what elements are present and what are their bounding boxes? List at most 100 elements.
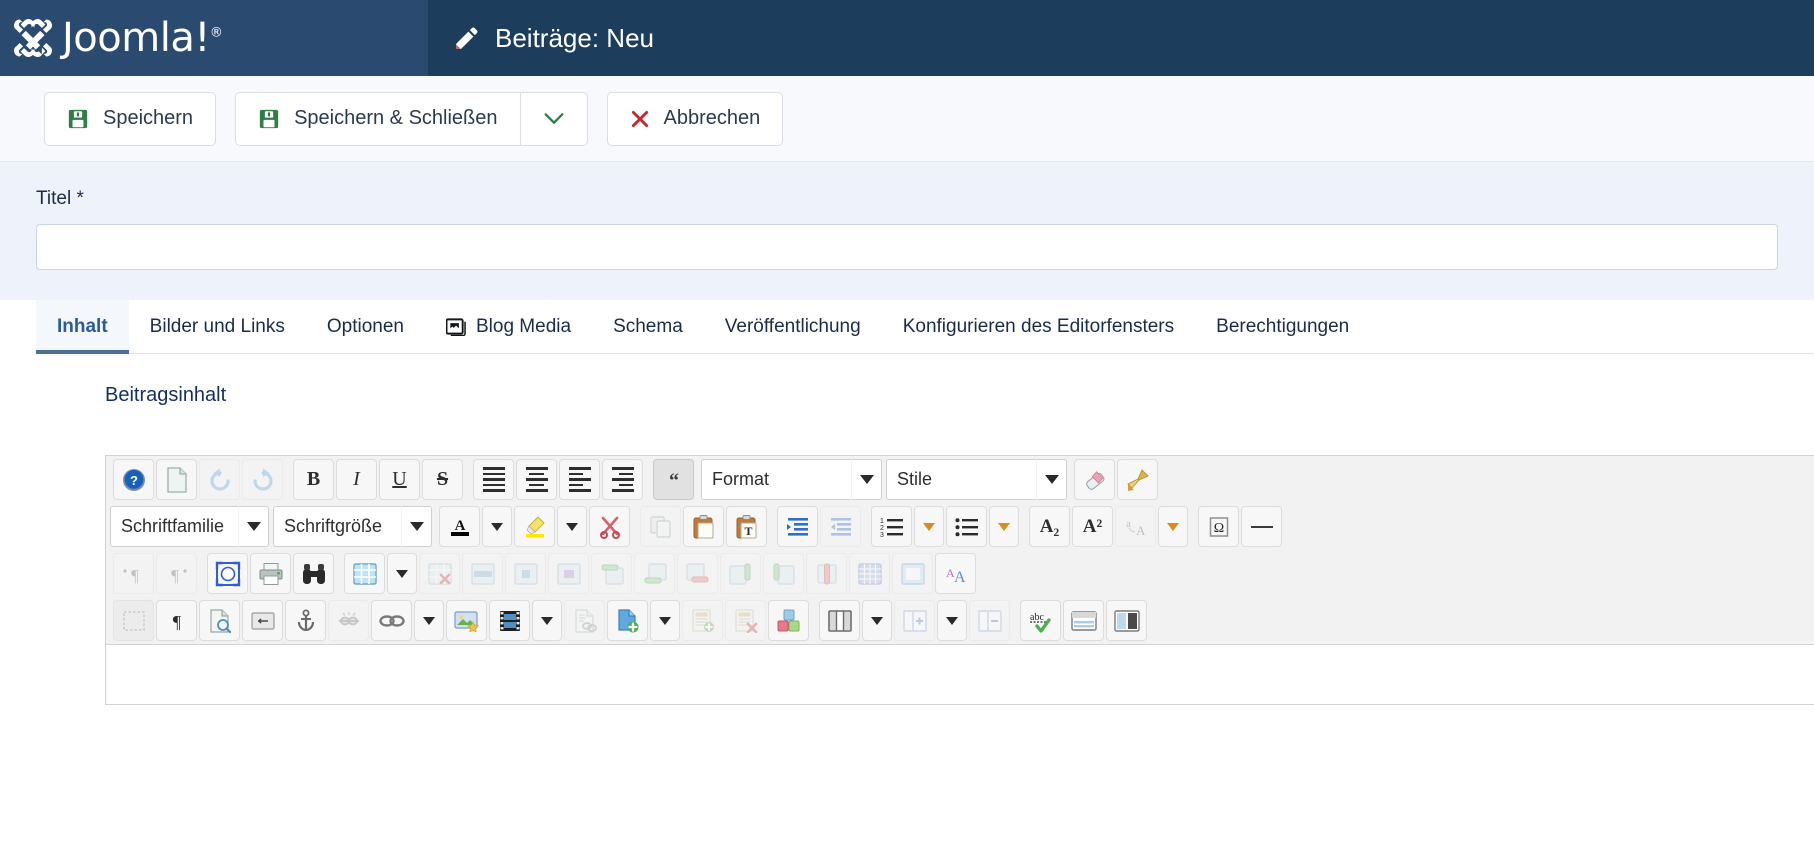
- joomla-logo[interactable]: Joomla!®: [10, 15, 223, 61]
- insert-row-after-icon[interactable]: [634, 553, 675, 594]
- link-icon[interactable]: [371, 600, 412, 641]
- special-character-icon[interactable]: Ω: [1198, 506, 1239, 547]
- blockquote-icon[interactable]: “: [653, 459, 694, 500]
- insert-media-icon[interactable]: [489, 600, 530, 641]
- fontfamily-select-caret[interactable]: [239, 506, 269, 547]
- copy-icon[interactable]: [640, 506, 681, 547]
- tab-veroeffentlichung[interactable]: Veröffentlichung: [704, 300, 882, 353]
- insert-media-caret-icon[interactable]: [532, 600, 562, 641]
- tab-schema[interactable]: Schema: [592, 300, 704, 353]
- highlight-color-caret-icon[interactable]: [557, 506, 587, 547]
- format-select-wrapper[interactable]: Format: [700, 459, 883, 500]
- styles-select[interactable]: Stile: [886, 459, 1036, 500]
- font-size-aa-icon[interactable]: A A: [935, 553, 976, 594]
- tab-inhalt[interactable]: Inhalt: [36, 300, 129, 354]
- superscript-icon[interactable]: A²: [1072, 506, 1113, 547]
- styles-select-wrapper[interactable]: Stile: [885, 459, 1068, 500]
- ltr-paragraph-icon[interactable]: ¶: [113, 553, 154, 594]
- delete-article-icon[interactable]: [725, 600, 766, 641]
- show-invisibles-icon[interactable]: ¶: [156, 600, 197, 641]
- tab-berechtigungen[interactable]: Berechtigungen: [1195, 300, 1370, 353]
- spellcheck-icon[interactable]: abc: [1020, 600, 1061, 641]
- new-document-icon[interactable]: [156, 459, 197, 500]
- format-select-caret[interactable]: [852, 459, 882, 500]
- numbered-list-icon[interactable]: 1 2 3: [871, 506, 912, 547]
- align-center-icon[interactable]: [516, 459, 557, 500]
- insert-column-after-icon[interactable]: [763, 553, 804, 594]
- columns-caret-icon[interactable]: [862, 600, 892, 641]
- show-borders-icon[interactable]: [113, 600, 154, 641]
- document-link-icon[interactable]: [564, 600, 605, 641]
- indent-icon[interactable]: [777, 506, 818, 547]
- align-left-icon[interactable]: [559, 459, 600, 500]
- fontsize-select[interactable]: Schriftgröße: [273, 506, 401, 547]
- anchor-icon[interactable]: [285, 600, 326, 641]
- link-caret-icon[interactable]: [414, 600, 444, 641]
- change-case-caret-icon[interactable]: [1158, 506, 1188, 547]
- table-cell-properties-icon[interactable]: [505, 553, 546, 594]
- remove-column-icon[interactable]: [969, 600, 1010, 641]
- page-preview-icon[interactable]: [199, 600, 240, 641]
- undo-icon[interactable]: [199, 459, 240, 500]
- add-module-caret-icon[interactable]: [650, 600, 680, 641]
- readmore-icon[interactable]: [1063, 600, 1104, 641]
- highlight-color-icon[interactable]: [514, 506, 555, 547]
- unlink-icon[interactable]: [328, 600, 369, 641]
- add-column-caret-icon[interactable]: [937, 600, 967, 641]
- table-grid-icon[interactable]: [849, 553, 890, 594]
- tab-blog-media[interactable]: Blog Media: [425, 300, 592, 353]
- align-justify-icon[interactable]: [473, 459, 514, 500]
- insert-row-before-icon[interactable]: [591, 553, 632, 594]
- rtl-paragraph-icon[interactable]: ¶: [156, 553, 197, 594]
- table-borders-icon[interactable]: [892, 553, 933, 594]
- numbered-list-caret-icon[interactable]: [914, 506, 944, 547]
- insert-table-caret-icon[interactable]: [387, 553, 417, 594]
- save-and-close-button[interactable]: Speichern & Schließen: [235, 91, 521, 146]
- align-right-icon[interactable]: [602, 459, 643, 500]
- format-select[interactable]: Format: [701, 459, 851, 500]
- change-case-icon[interactable]: a A: [1115, 506, 1156, 547]
- strikethrough-icon[interactable]: S: [422, 459, 463, 500]
- search-binoculars-icon[interactable]: [293, 553, 334, 594]
- brand-panel[interactable]: Joomla!®: [0, 0, 428, 76]
- delete-table-icon[interactable]: [419, 553, 460, 594]
- delete-row-icon[interactable]: [677, 553, 718, 594]
- text-color-icon[interactable]: A: [439, 506, 480, 547]
- paste-icon[interactable]: [683, 506, 724, 547]
- help-icon[interactable]: ?: [113, 459, 154, 500]
- underline-icon[interactable]: U: [379, 459, 420, 500]
- fontfamily-select-wrapper[interactable]: Schriftfamilie: [109, 506, 270, 547]
- text-color-caret-icon[interactable]: [482, 506, 512, 547]
- insert-column-before-icon[interactable]: [720, 553, 761, 594]
- columns-icon[interactable]: [819, 600, 860, 641]
- insert-table-icon[interactable]: [344, 553, 385, 594]
- print-icon[interactable]: [250, 553, 291, 594]
- bullet-list-icon[interactable]: [946, 506, 987, 547]
- tab-konfigurieren-des-editorfensters[interactable]: Konfigurieren des Editorfensters: [882, 300, 1195, 353]
- save-button[interactable]: Speichern: [44, 91, 217, 146]
- fullscreen-icon[interactable]: [207, 553, 248, 594]
- pagebreak-panel-icon[interactable]: [1106, 600, 1147, 641]
- save-options-dropdown-button[interactable]: [519, 91, 588, 146]
- add-article-icon[interactable]: [682, 600, 723, 641]
- cut-scissors-icon[interactable]: [589, 506, 630, 547]
- bold-icon[interactable]: B: [293, 459, 334, 500]
- delete-column-icon[interactable]: [806, 553, 847, 594]
- fontsize-select-wrapper[interactable]: Schriftgröße: [272, 506, 433, 547]
- cancel-button[interactable]: Abbrechen: [606, 91, 784, 146]
- table-row-properties-icon[interactable]: [462, 553, 503, 594]
- merge-cells-icon[interactable]: [548, 553, 589, 594]
- title-input[interactable]: [36, 224, 1778, 270]
- page-break-icon[interactable]: [242, 600, 283, 641]
- subscript-icon[interactable]: A₂: [1029, 506, 1070, 547]
- add-column-icon[interactable]: [894, 600, 935, 641]
- bullet-list-caret-icon[interactable]: [989, 506, 1019, 547]
- redo-icon[interactable]: [242, 459, 283, 500]
- add-module-icon[interactable]: [607, 600, 648, 641]
- insert-image-icon[interactable]: [446, 600, 487, 641]
- add-extension-icon[interactable]: [768, 600, 809, 641]
- styles-select-caret[interactable]: [1037, 459, 1067, 500]
- tab-optionen[interactable]: Optionen: [306, 300, 425, 353]
- tab-bilder-und-links[interactable]: Bilder und Links: [129, 300, 306, 353]
- eraser-icon[interactable]: [1074, 459, 1115, 500]
